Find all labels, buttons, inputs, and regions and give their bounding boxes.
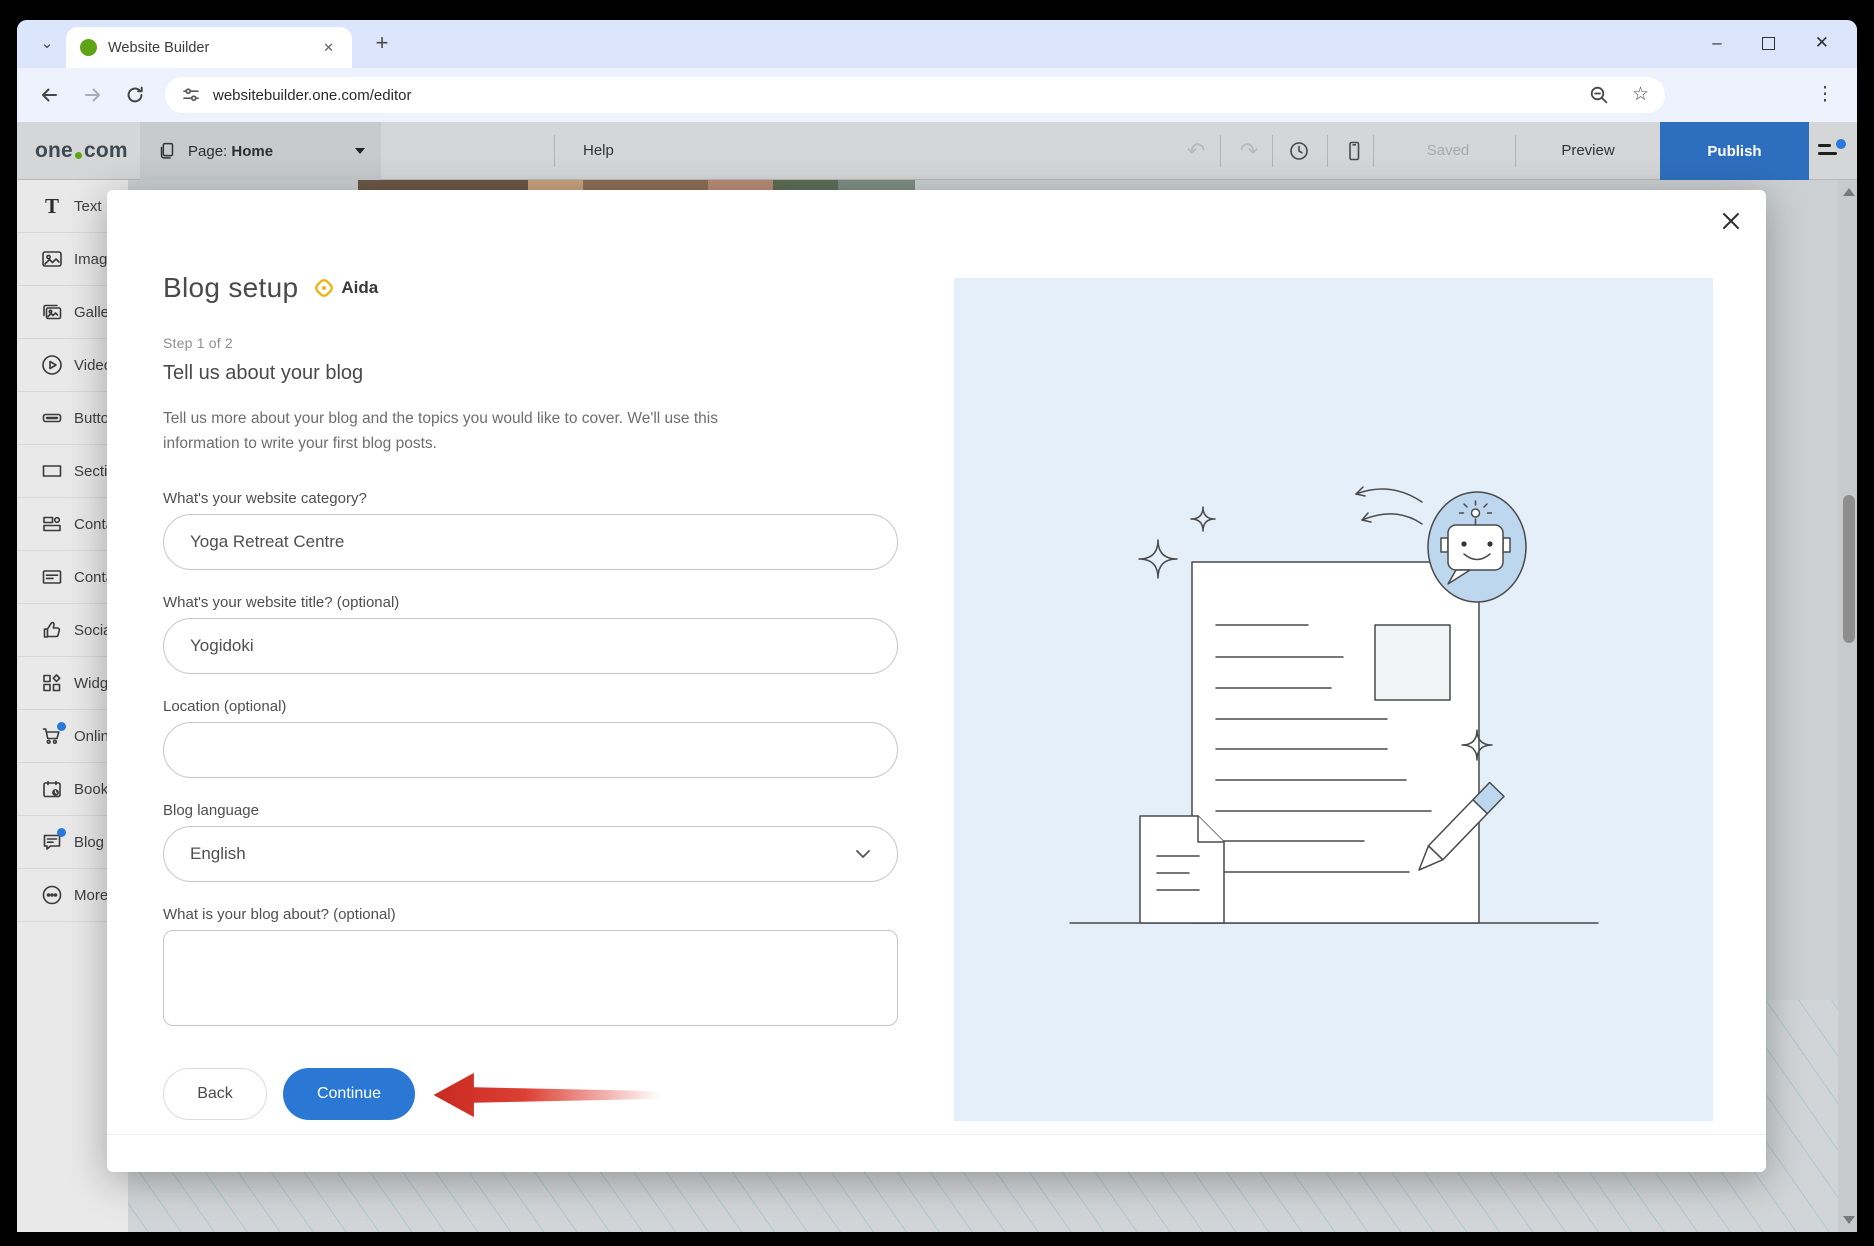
language-value: English	[190, 844, 246, 864]
title-input[interactable]	[163, 618, 898, 674]
website-preview-sliver	[358, 180, 915, 190]
back-icon[interactable]	[37, 83, 61, 107]
notification-dot	[1836, 139, 1846, 149]
browser-navigation-bar: websitebuilder.one.com/editor ☆ ⋮	[17, 68, 1857, 122]
help-button[interactable]: Help	[575, 122, 622, 180]
toolbar-separator	[554, 135, 555, 167]
modal-title-row: Blog setup Aida	[163, 272, 378, 304]
toolbar-separator	[1272, 135, 1273, 167]
new-tab-button[interactable]: +	[369, 30, 395, 56]
language-select[interactable]: English	[163, 826, 898, 882]
address-bar[interactable]: websitebuilder.one.com/editor ☆	[165, 77, 1665, 113]
forward-icon[interactable]	[81, 83, 105, 107]
toolbar-separator	[1373, 135, 1374, 167]
notification-dot	[57, 722, 66, 731]
window-controls: – ✕	[1712, 30, 1829, 56]
contact-card-icon	[40, 512, 64, 536]
logo-dot	[75, 152, 82, 159]
page-selector[interactable]: Page: Home	[140, 122, 381, 180]
gallery-icon	[40, 300, 64, 324]
annotation-arrow	[427, 1070, 667, 1120]
blog-setup-modal: Blog setup Aida Step 1 of 2 Tell us abou…	[107, 190, 1766, 1172]
button-icon	[40, 406, 64, 430]
zoom-out-icon[interactable]	[1588, 84, 1610, 106]
redo-icon[interactable]: ↷	[1237, 139, 1261, 163]
about-textarea[interactable]	[163, 930, 898, 1026]
onecom-logo: onecom	[35, 122, 128, 180]
preview-button[interactable]: Preview	[1545, 122, 1631, 180]
window-close-button[interactable]: ✕	[1815, 30, 1829, 56]
video-icon	[40, 353, 64, 377]
notification-dot	[57, 828, 66, 837]
text-icon: T	[40, 194, 64, 218]
scrollbar-thumb[interactable]	[1843, 495, 1855, 643]
url-text[interactable]: websitebuilder.one.com/editor	[213, 87, 1588, 104]
cart-icon	[40, 724, 64, 748]
contact-form-icon	[40, 565, 64, 589]
page-name: Home	[231, 143, 273, 160]
maximize-button[interactable]	[1762, 37, 1775, 50]
tab-close-icon[interactable]: ✕	[319, 38, 338, 58]
category-label: What's your website category?	[163, 490, 367, 507]
scroll-up-icon[interactable]	[1843, 188, 1855, 196]
editor-toolbar: onecom Page: Home Help ↶ ↷ Saved Preview…	[17, 122, 1857, 180]
toolbar-separator	[1515, 135, 1516, 167]
mobile-preview-icon[interactable]	[1342, 139, 1366, 163]
version-history-icon[interactable]	[1287, 139, 1311, 163]
image-icon	[40, 247, 64, 271]
editor-menu-icon[interactable]	[1818, 142, 1846, 162]
language-label: Blog language	[163, 802, 259, 819]
back-button[interactable]: Back	[163, 1068, 267, 1120]
bookmark-star-icon[interactable]: ☆	[1632, 85, 1649, 105]
publish-button[interactable]: Publish	[1660, 122, 1809, 180]
modal-description: Tell us more about your blog and the top…	[163, 406, 793, 456]
toolbar-separator	[1220, 135, 1221, 167]
page-caret-icon	[355, 148, 365, 154]
reload-icon[interactable]	[123, 83, 147, 107]
more-icon	[40, 883, 64, 907]
category-input[interactable]	[163, 514, 898, 570]
site-info-icon[interactable]	[181, 85, 201, 105]
pages-icon	[156, 140, 178, 162]
browser-tab-strip: ⌄ Website Builder ✕ + – ✕	[17, 20, 1857, 68]
screenshot-root: ⌄ Website Builder ✕ + – ✕ websitebuilder…	[0, 0, 1874, 1246]
location-label: Location (optional)	[163, 698, 286, 715]
booking-icon	[40, 777, 64, 801]
tab-search-chevron-icon[interactable]: ⌄	[35, 32, 59, 56]
step-indicator: Step 1 of 2	[163, 335, 233, 351]
modal-heading: Tell us about your blog	[163, 362, 363, 385]
aida-brand: Aida	[312, 276, 378, 300]
location-input[interactable]	[163, 722, 898, 778]
section-icon	[40, 459, 64, 483]
widget-icon	[40, 671, 64, 695]
modal-title: Blog setup	[163, 272, 298, 304]
title-label: What's your website title? (optional)	[163, 594, 399, 611]
scroll-down-icon[interactable]	[1843, 1216, 1855, 1224]
tab-favicon	[80, 39, 97, 56]
toolbar-separator	[1327, 135, 1328, 167]
about-label: What is your blog about? (optional)	[163, 906, 396, 923]
undo-icon[interactable]: ↶	[1184, 139, 1208, 163]
page-scrollbar[interactable]	[1838, 180, 1857, 1232]
aida-logo-icon	[312, 276, 336, 300]
modal-close-icon[interactable]	[1720, 210, 1742, 232]
aida-illustration-panel	[954, 278, 1713, 1121]
minimize-button[interactable]: –	[1712, 30, 1721, 56]
chevron-down-icon	[855, 849, 871, 859]
browser-window: ⌄ Website Builder ✕ + – ✕ websitebuilder…	[17, 20, 1857, 1232]
aida-brand-name: Aida	[341, 278, 378, 298]
save-status: Saved	[1413, 122, 1483, 180]
social-icon	[40, 618, 64, 642]
browser-menu-icon[interactable]: ⋮	[1815, 83, 1835, 106]
modal-footer-divider	[107, 1134, 1766, 1135]
page-prefix: Page:	[188, 143, 227, 160]
blog-icon	[40, 830, 64, 854]
browser-tab[interactable]: Website Builder ✕	[66, 27, 352, 68]
tab-title: Website Builder	[108, 40, 319, 56]
blog-writing-illustration	[954, 278, 1713, 1121]
continue-button[interactable]: Continue	[283, 1068, 415, 1120]
